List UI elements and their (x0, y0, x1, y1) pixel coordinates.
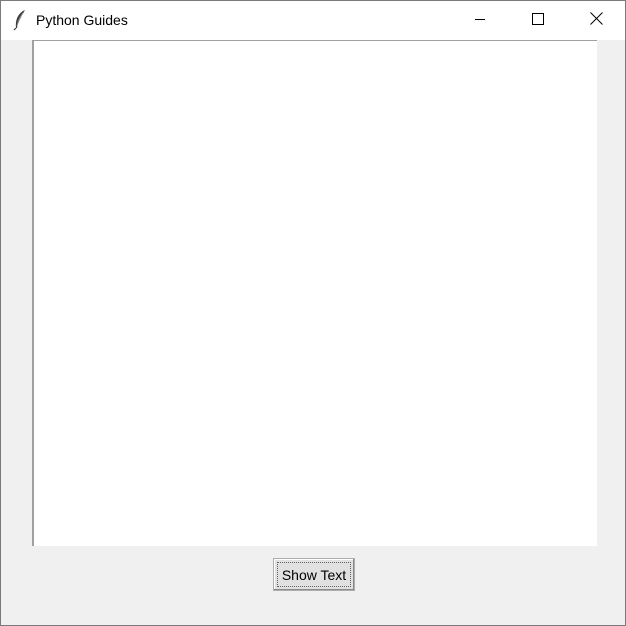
maximize-button[interactable] (509, 1, 567, 40)
minimize-button[interactable] (451, 1, 509, 40)
app-window: Python Guides Show Text (0, 0, 626, 626)
window-title: Python Guides (36, 12, 128, 28)
show-text-button-label: Show Text (281, 566, 347, 583)
close-button[interactable] (567, 1, 625, 40)
minimize-icon (474, 12, 486, 30)
close-icon (589, 11, 603, 30)
show-text-button[interactable]: Show Text (273, 558, 355, 591)
text-area[interactable] (32, 40, 597, 546)
feather-icon (12, 9, 30, 31)
title-bar[interactable]: Python Guides (1, 1, 625, 40)
maximize-icon (532, 12, 544, 30)
